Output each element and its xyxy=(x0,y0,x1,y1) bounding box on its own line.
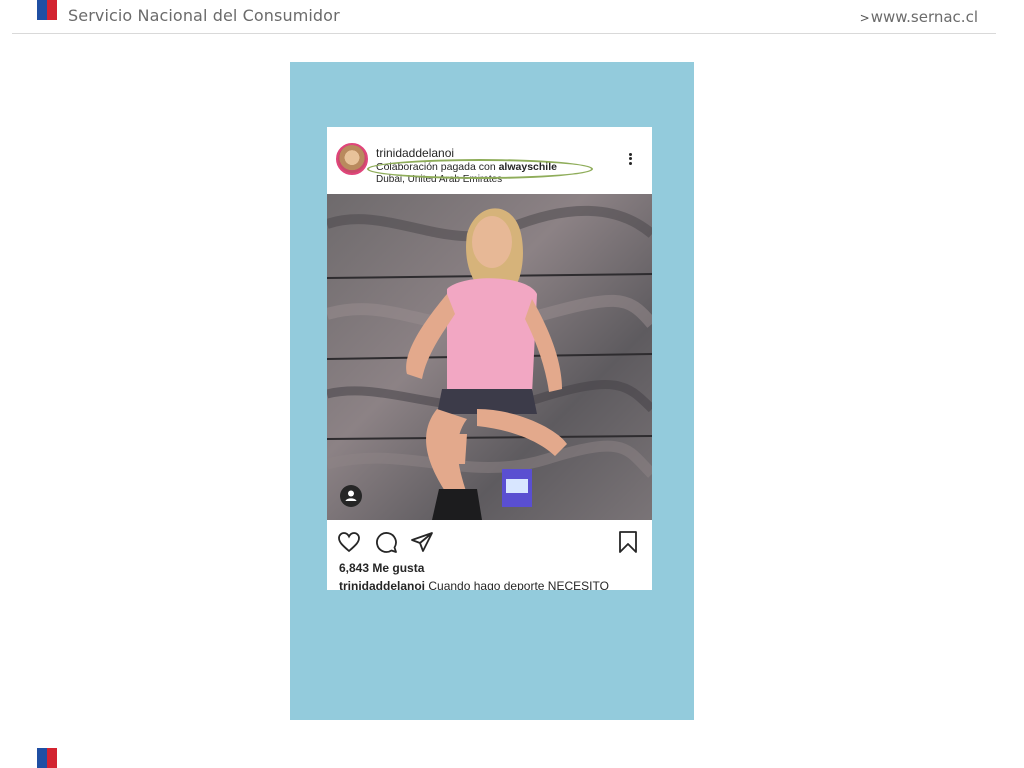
caption-username[interactable]: trinidaddelanoi xyxy=(339,579,425,590)
highlight-ellipse xyxy=(367,159,593,179)
chile-flag-logo xyxy=(37,0,57,20)
site-link-text: www.sernac.cl xyxy=(870,8,978,26)
caption-text: Cuando hago deporte NECESITO xyxy=(425,579,609,590)
header-divider xyxy=(12,33,996,34)
likes-count[interactable]: 6,843 Me gusta xyxy=(339,561,424,575)
avatar[interactable] xyxy=(336,143,368,175)
post-username[interactable]: trinidaddelanoi xyxy=(376,146,454,160)
comment-icon[interactable] xyxy=(374,530,398,554)
photo-illustration xyxy=(327,194,652,520)
sernac-website-link[interactable]: >www.sernac.cl xyxy=(860,8,978,26)
org-name: Servicio Nacional del Consumidor xyxy=(68,6,340,25)
more-vertical-icon[interactable] xyxy=(623,151,637,169)
bookmark-icon[interactable] xyxy=(616,530,640,554)
post-actions xyxy=(327,527,652,557)
page-header: Servicio Nacional del Consumidor >www.se… xyxy=(0,0,1024,34)
post-photo[interactable] xyxy=(327,194,652,520)
post-caption: trinidaddelanoi Cuando hago deporte NECE… xyxy=(339,579,609,590)
send-icon[interactable] xyxy=(410,530,434,554)
chevron-right-icon: > xyxy=(859,11,870,25)
heart-icon[interactable] xyxy=(337,530,361,554)
instagram-post-card: trinidaddelanoi Colaboración pagada con … xyxy=(327,127,652,590)
post-header: trinidaddelanoi Colaboración pagada con … xyxy=(327,127,652,194)
chile-flag-logo-footer xyxy=(37,748,57,768)
user-tag-icon[interactable] xyxy=(340,485,362,507)
